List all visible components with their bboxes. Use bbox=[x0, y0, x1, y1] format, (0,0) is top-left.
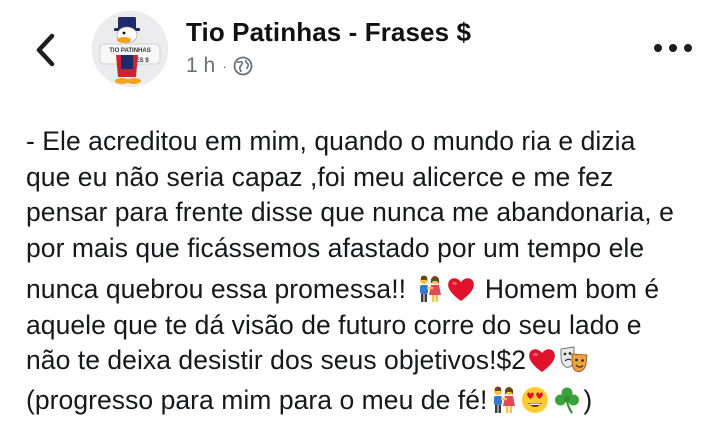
shamrock-emoji bbox=[552, 385, 582, 415]
post-header: TIO PATINHAS FRASES $ Tio Patinhas - Fra… bbox=[0, 0, 718, 100]
post-line-2: que eu não seria capaz ,foi meu alicerce… bbox=[26, 161, 614, 192]
post-line-8: (progresso para mim para o meu de fé!) bbox=[26, 383, 706, 419]
post-line-1: - Ele acreditou em mim, quando o mundo r… bbox=[26, 126, 636, 156]
post-line-7-text: não te deixa desistir dos seus objetivos… bbox=[26, 345, 527, 375]
couple-emoji bbox=[488, 385, 518, 415]
couple-emoji bbox=[414, 274, 444, 304]
back-button[interactable] bbox=[28, 30, 62, 74]
globe-icon bbox=[233, 56, 253, 76]
post-text: - Ele acreditou em mim, quando o mundo r… bbox=[26, 124, 706, 418]
more-horizontal-icon bbox=[653, 40, 693, 58]
meta-separator: · bbox=[222, 58, 227, 74]
page-title[interactable]: Tio Patinhas - Frases $ bbox=[186, 17, 471, 48]
avatar[interactable]: TIO PATINHAS FRASES $ bbox=[92, 11, 168, 87]
post-line-6: aquele que te dá visão de futuro corre d… bbox=[26, 309, 642, 340]
post-line-5: nunca quebrou essa promessa!! Homem bom … bbox=[26, 272, 706, 308]
post-line-5-tail: Homem bom é bbox=[477, 274, 660, 304]
performing-arts-emoji bbox=[559, 345, 589, 375]
red-heart-emoji bbox=[446, 274, 476, 304]
post-line-8-end: ) bbox=[583, 384, 593, 415]
more-options-button[interactable] bbox=[650, 34, 696, 64]
chevron-left-icon bbox=[34, 33, 56, 72]
post-line-3: pensar para frente disse que nunca me ab… bbox=[26, 197, 674, 227]
avatar-text-top: TIO PATINHAS bbox=[109, 48, 150, 54]
post-line-7: não te deixa desistir dos seus objetivos… bbox=[26, 343, 706, 379]
heart-eyes-emoji bbox=[520, 385, 550, 415]
red-heart-emoji bbox=[527, 345, 557, 375]
post-line-4: por mais que ficássemos afastado por um … bbox=[26, 232, 645, 263]
post-line-8-text: (progresso para mim para o meu de fé! bbox=[26, 384, 488, 415]
post-line-5-text: nunca quebrou essa promessa!! bbox=[26, 274, 414, 304]
post-meta: 1 h · bbox=[186, 54, 253, 78]
post-time[interactable]: 1 h bbox=[186, 54, 215, 78]
